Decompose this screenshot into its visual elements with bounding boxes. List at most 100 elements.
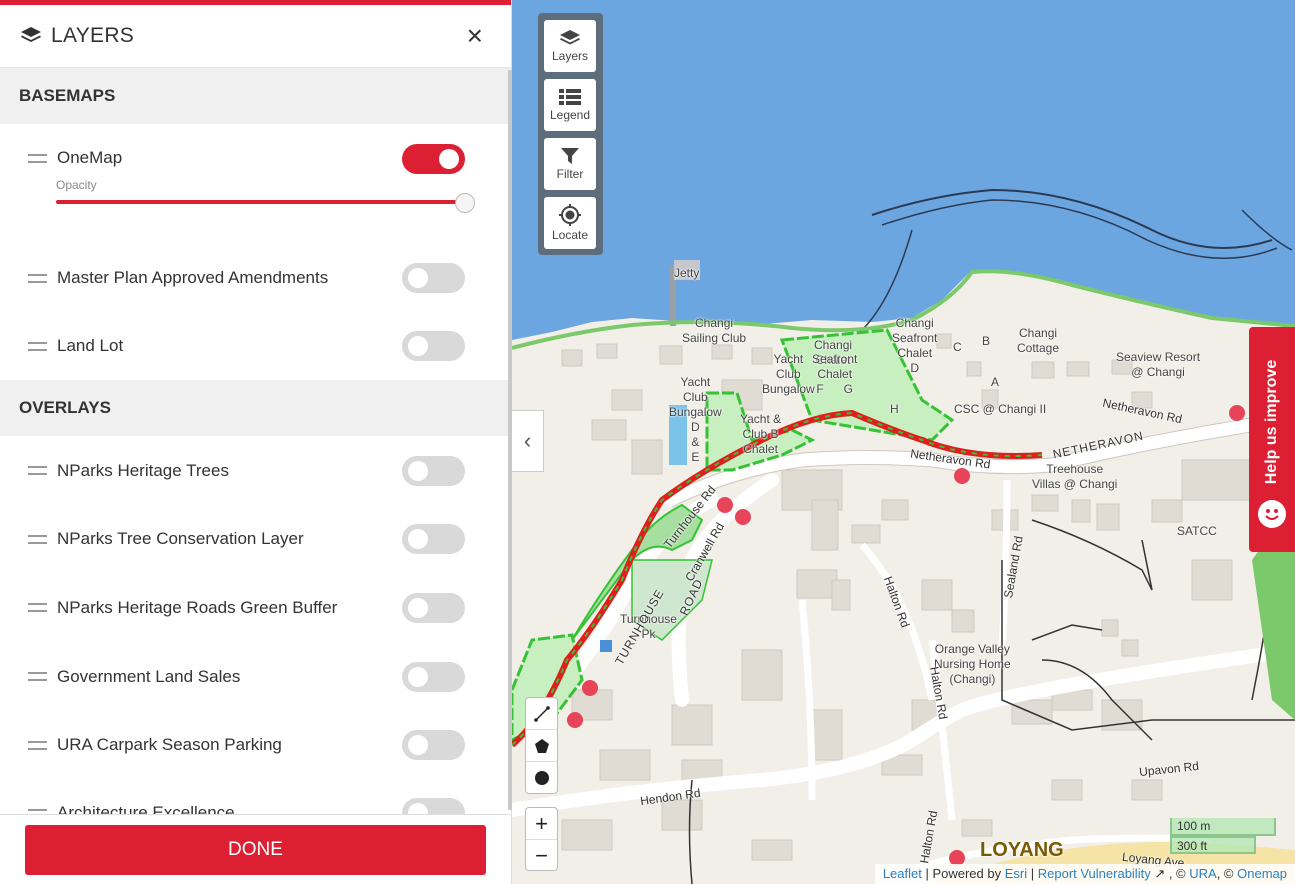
toggle-onemap[interactable] — [402, 144, 465, 174]
panel-title: LAYERS — [20, 24, 134, 48]
map-label-h: H — [890, 402, 899, 416]
filter-tool-label: Filter — [556, 167, 584, 181]
map-label-jetty: Jetty — [674, 266, 700, 280]
toggle-master-plan[interactable] — [402, 263, 465, 293]
scale-imperial: 300 ft — [1170, 836, 1256, 854]
scale-metric: 100 m — [1170, 818, 1276, 836]
draw-polygon-button[interactable] — [526, 730, 557, 762]
filter-tool-button[interactable]: Filter — [544, 138, 596, 190]
toggle-land-lot[interactable] — [402, 331, 465, 361]
map-label-seafront-chalet: Seafront Chalet F G — [812, 352, 858, 396]
map-label-csc: CSC @ Changi II — [954, 402, 1047, 416]
help-us-improve-button[interactable]: Help us improve — [1249, 327, 1295, 552]
close-panel-button[interactable]: × — [467, 22, 483, 50]
map-label-seafront-chalet-d: Changi Seafront Chalet D — [892, 316, 938, 375]
draw-toolbar — [525, 697, 558, 794]
map-scale: 100 m 300 ft — [1170, 818, 1276, 854]
polygon-icon — [534, 738, 549, 753]
map-view[interactable]: Jetty Changi Sailing Club Changi Chalet … — [512, 0, 1295, 884]
toggle-gov-land-sales[interactable] — [402, 662, 465, 692]
map-label-satcc: SATCC — [1177, 524, 1217, 538]
toggle-heritage-roads[interactable] — [402, 593, 465, 623]
attribution-sep-2: | — [1027, 866, 1038, 881]
report-vulnerability-link[interactable]: Report Vulnerability — [1038, 866, 1151, 881]
layer-row-tree-conservation[interactable]: NParks Tree Conservation Layer — [0, 505, 511, 573]
overlays-heading: OVERLAYS — [0, 380, 511, 436]
map-label-treehouse: Treehouse Villas @ Changi — [1032, 462, 1118, 491]
drag-handle-icon[interactable] — [28, 603, 47, 612]
toggle-carpark-season[interactable] — [402, 730, 465, 760]
map-label-c: C — [953, 340, 962, 354]
layer-row-onemap[interactable]: OneMap — [0, 138, 511, 178]
opacity-slider-thumb[interactable] — [455, 193, 475, 213]
drag-handle-icon[interactable] — [28, 672, 47, 681]
leaflet-link[interactable]: Leaflet — [883, 866, 922, 881]
layer-row-gov-land-sales[interactable]: Government Land Sales — [0, 642, 511, 711]
map-label-yacht-club-bungalow-d: Yacht Club Bungalow D & E — [669, 375, 722, 464]
map-base-layer — [512, 0, 1295, 884]
layers-panel: LAYERS × BASEMAPS OneMap Opacity Master … — [0, 0, 512, 884]
layer-row-carpark-season[interactable]: URA Carpark Season Parking — [0, 711, 511, 779]
zoom-out-button[interactable]: − — [526, 840, 557, 872]
drag-handle-icon[interactable] — [28, 534, 47, 544]
toggle-tree-conservation[interactable] — [402, 524, 465, 554]
map-label-seaview: Seaview Resort @ Changi — [1116, 350, 1201, 379]
legend-tool-label: Legend — [549, 108, 591, 122]
toggle-knob — [439, 149, 459, 169]
layer-row-heritage-roads[interactable]: NParks Heritage Roads Green Buffer — [0, 573, 511, 642]
layer-row-heritage-trees[interactable]: NParks Heritage Trees — [0, 436, 511, 505]
polyline-icon — [533, 705, 550, 722]
opacity-slider-track[interactable] — [56, 200, 466, 204]
collapse-panel-button[interactable]: ‹ — [512, 410, 544, 472]
toggle-knob — [408, 529, 428, 549]
smiley-icon — [1258, 500, 1286, 528]
drag-handle-icon[interactable] — [28, 740, 47, 750]
draw-line-button[interactable] — [526, 698, 557, 730]
drag-handle-icon[interactable] — [28, 341, 47, 351]
panel-title-text: LAYERS — [51, 24, 135, 47]
map-label-changi-cottage: Changi Cottage — [1017, 326, 1060, 355]
ura-link[interactable]: URA — [1189, 866, 1216, 881]
map-label-yacht-club-bungalow: Yacht Club Bungalow — [762, 352, 815, 396]
drag-handle-icon[interactable] — [28, 154, 47, 163]
map-attribution: Leaflet | Powered by Esri | Report Vulne… — [874, 864, 1295, 884]
panel-header: LAYERS × — [0, 5, 511, 68]
map-label-loyang: LOYANG — [980, 839, 1064, 861]
toggle-knob — [408, 598, 428, 618]
map-label-a: A — [991, 375, 1000, 389]
drag-handle-icon[interactable] — [28, 273, 47, 283]
locate-tool-button[interactable]: Locate — [544, 197, 596, 249]
app-root: LAYERS × BASEMAPS OneMap Opacity Master … — [0, 0, 1295, 884]
map-label-sailing-club: Changi Sailing Club — [682, 316, 747, 345]
draw-circle-button[interactable] — [526, 762, 557, 794]
done-button[interactable]: DONE — [25, 825, 486, 875]
filter-funnel-icon — [561, 148, 579, 164]
toggle-knob — [408, 461, 428, 481]
layers-tool-label: Layers — [551, 49, 589, 63]
toggle-knob — [408, 667, 428, 687]
drag-handle-icon[interactable] — [28, 466, 47, 475]
attribution-sep-1: | Powered by — [921, 866, 1005, 881]
layers-icon — [560, 30, 580, 45]
circle-icon — [534, 771, 549, 785]
map-label-orange-valley: Orange Valley Nursing Home (Changi) — [934, 642, 1011, 686]
toggle-knob — [408, 336, 428, 356]
layers-icon — [21, 27, 41, 42]
onemap-link[interactable]: Onemap — [1237, 866, 1287, 881]
toggle-heritage-trees[interactable] — [402, 456, 465, 486]
toggle-knob — [408, 735, 428, 755]
layers-tool-button[interactable]: Layers — [544, 20, 596, 72]
legend-list-icon — [559, 89, 581, 105]
layer-row-master-plan[interactable]: Master Plan Approved Amendments — [0, 244, 511, 312]
opacity-label: Opacity — [56, 178, 97, 192]
locate-tool-label: Locate — [551, 228, 589, 242]
zoom-in-button[interactable]: + — [526, 808, 557, 840]
panel-scrollbar[interactable] — [508, 70, 512, 810]
map-toolbar: Layers Legend Filter Locate — [538, 13, 603, 255]
layer-row-land-lot[interactable]: Land Lot — [0, 312, 511, 380]
legend-tool-button[interactable]: Legend — [544, 79, 596, 131]
map-label-yacht-club-chalet: Yacht & Club B Chalet — [740, 412, 782, 456]
esri-link[interactable]: Esri — [1005, 866, 1027, 881]
map-label-b: B — [982, 334, 991, 348]
attribution-sep-3: , © — [1165, 866, 1190, 881]
